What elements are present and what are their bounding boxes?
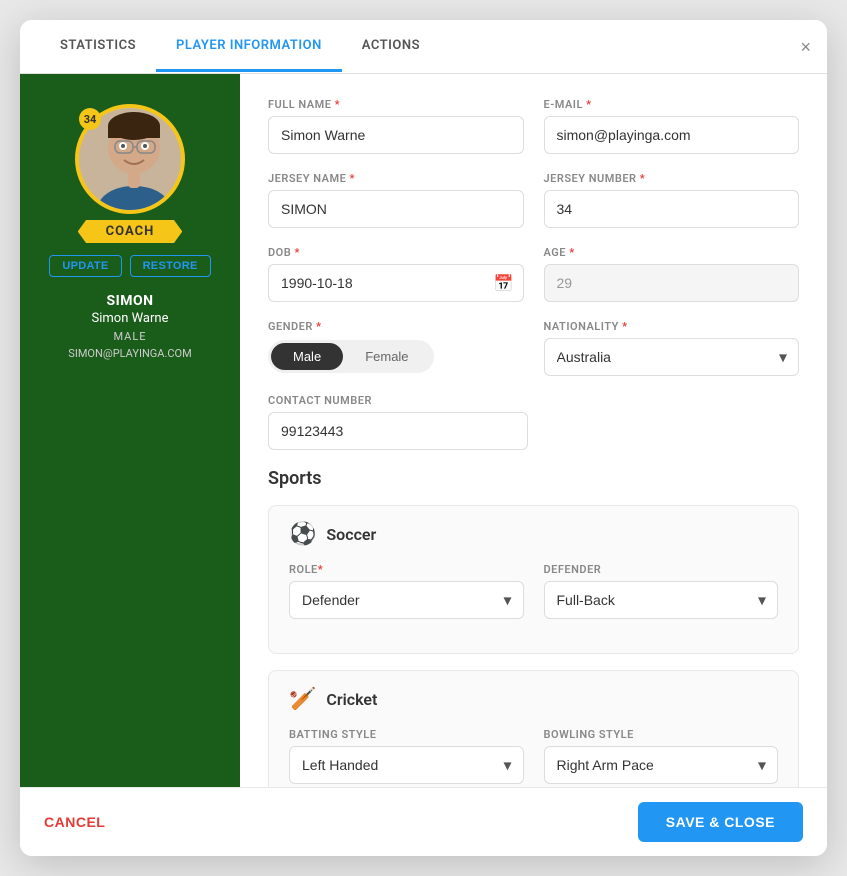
dob-input[interactable] — [268, 264, 524, 302]
sidebar-username: SIMON — [106, 293, 153, 309]
group-age: AGE * — [544, 246, 800, 302]
modal-footer: CANCEL SAVE & CLOSE — [20, 787, 827, 856]
row-name-email: FULL NAME * E-MAIL * — [268, 98, 799, 154]
group-email: E-MAIL * — [544, 98, 800, 154]
batting-style-select[interactable]: Left Handed Right Handed — [289, 746, 524, 784]
gender-label: GENDER * — [268, 320, 524, 333]
modal-container: STATISTICS PLAYER INFORMATION ACTIONS × — [20, 20, 827, 856]
full-name-label: FULL NAME * — [268, 98, 524, 111]
jersey-number-label: JERSEY NUMBER * — [544, 172, 800, 185]
group-batting-style: BATTING STYLE Left Handed Right Handed ▾ — [289, 728, 524, 784]
avatar-container: 34 — [75, 104, 185, 214]
sports-section: Sports ⚽ Soccer ROLE* — [268, 468, 799, 787]
cricket-header: 🏏 Cricket — [289, 687, 778, 712]
email-input[interactable] — [544, 116, 800, 154]
group-nationality: NATIONALITY * Australia England India ▾ — [544, 320, 800, 376]
age-input — [544, 264, 800, 302]
tab-player-information[interactable]: PLAYER INFORMATION — [156, 22, 342, 72]
bowling-style-label: BOWLING STYLE — [544, 728, 779, 741]
group-jersey-name: JERSEY NAME * — [268, 172, 524, 228]
form-content: FULL NAME * E-MAIL * JERSEY NAME * — [240, 74, 827, 787]
jersey-name-input[interactable] — [268, 190, 524, 228]
close-icon[interactable]: × — [800, 38, 811, 56]
contact-label: CONTACT NUMBER — [268, 394, 528, 407]
cricket-name: Cricket — [326, 690, 377, 709]
sidebar: 34 COACH UPDATE RESTORE SIMON Simon Warn… — [20, 74, 240, 787]
defender-label: DEFENDER — [544, 563, 779, 576]
defender-select-wrapper: Full-Back Centre-Back Sweeper ▾ — [544, 581, 779, 619]
sidebar-gender: MALE — [113, 330, 146, 343]
group-defender-type: DEFENDER Full-Back Centre-Back Sweeper ▾ — [544, 563, 779, 619]
cancel-button[interactable]: CANCEL — [44, 814, 105, 830]
row-jersey: JERSEY NAME * JERSEY NUMBER * — [268, 172, 799, 228]
sidebar-fullname: Simon Warne — [92, 311, 169, 326]
row-dob-age: DOB * 📅 AGE * — [268, 246, 799, 302]
email-label: E-MAIL * — [544, 98, 800, 111]
group-gender: GENDER * Male Female — [268, 320, 524, 376]
soccer-fields: ROLE* Defender Forward Goalkeeper Midfie… — [289, 563, 778, 619]
group-contact: CONTACT NUMBER — [268, 394, 528, 450]
sidebar-action-buttons: UPDATE RESTORE — [49, 255, 210, 277]
soccer-name: Soccer — [326, 525, 376, 544]
batting-select-wrapper: Left Handed Right Handed ▾ — [289, 746, 524, 784]
gender-toggle: Male Female — [268, 340, 434, 373]
group-dob: DOB * 📅 — [268, 246, 524, 302]
save-close-button[interactable]: SAVE & CLOSE — [638, 802, 803, 842]
jersey-name-label: JERSEY NAME * — [268, 172, 524, 185]
full-name-input[interactable] — [268, 116, 524, 154]
restore-button[interactable]: RESTORE — [130, 255, 211, 277]
nationality-select-wrapper: Australia England India ▾ — [544, 338, 800, 376]
soccer-role-select[interactable]: Defender Forward Goalkeeper Midfielder — [289, 581, 524, 619]
defender-select[interactable]: Full-Back Centre-Back Sweeper — [544, 581, 779, 619]
gender-male-button[interactable]: Male — [271, 343, 343, 370]
role-banner: COACH — [78, 220, 183, 243]
tab-statistics[interactable]: STATISTICS — [40, 22, 156, 72]
age-label: AGE * — [544, 246, 800, 259]
contact-input[interactable] — [268, 412, 528, 450]
sports-title: Sports — [268, 468, 799, 489]
calendar-icon[interactable]: 📅 — [494, 274, 514, 293]
tab-bar: STATISTICS PLAYER INFORMATION ACTIONS × — [20, 20, 827, 74]
soccer-card: ⚽ Soccer ROLE* Defender Forward — [268, 505, 799, 654]
cricket-fields: BATTING STYLE Left Handed Right Handed ▾… — [289, 728, 778, 784]
group-bowling-style: BOWLING STYLE Right Arm Pace Left Arm Pa… — [544, 728, 779, 784]
batting-style-label: BATTING STYLE — [289, 728, 524, 741]
dob-input-wrapper: 📅 — [268, 264, 524, 302]
soccer-icon: ⚽ — [289, 522, 316, 547]
bowling-style-select[interactable]: Right Arm Pace Left Arm Pace Off Spin Le… — [544, 746, 779, 784]
nationality-label: NATIONALITY * — [544, 320, 800, 333]
row-gender-nationality: GENDER * Male Female NATIONALITY * Austr… — [268, 320, 799, 376]
dob-label: DOB * — [268, 246, 524, 259]
gender-female-button[interactable]: Female — [343, 343, 430, 370]
nationality-select[interactable]: Australia England India — [544, 338, 800, 376]
bowling-select-wrapper: Right Arm Pace Left Arm Pace Off Spin Le… — [544, 746, 779, 784]
group-full-name: FULL NAME * — [268, 98, 524, 154]
soccer-header: ⚽ Soccer — [289, 522, 778, 547]
row-contact: CONTACT NUMBER — [268, 394, 799, 450]
cricket-icon: 🏏 — [289, 687, 316, 712]
jersey-number-badge: 34 — [79, 108, 101, 130]
sidebar-email: SIMON@PLAYINGA.COM — [68, 347, 191, 360]
update-button[interactable]: UPDATE — [49, 255, 121, 277]
modal-body: 34 COACH UPDATE RESTORE SIMON Simon Warn… — [20, 74, 827, 787]
soccer-role-label: ROLE* — [289, 563, 524, 576]
soccer-role-select-wrapper: Defender Forward Goalkeeper Midfielder ▾ — [289, 581, 524, 619]
cricket-card: 🏏 Cricket BATTING STYLE Left Handed Righ… — [268, 670, 799, 787]
tab-actions[interactable]: ACTIONS — [342, 22, 440, 72]
group-jersey-number: JERSEY NUMBER * — [544, 172, 800, 228]
jersey-number-input[interactable] — [544, 190, 800, 228]
group-soccer-role: ROLE* Defender Forward Goalkeeper Midfie… — [289, 563, 524, 619]
